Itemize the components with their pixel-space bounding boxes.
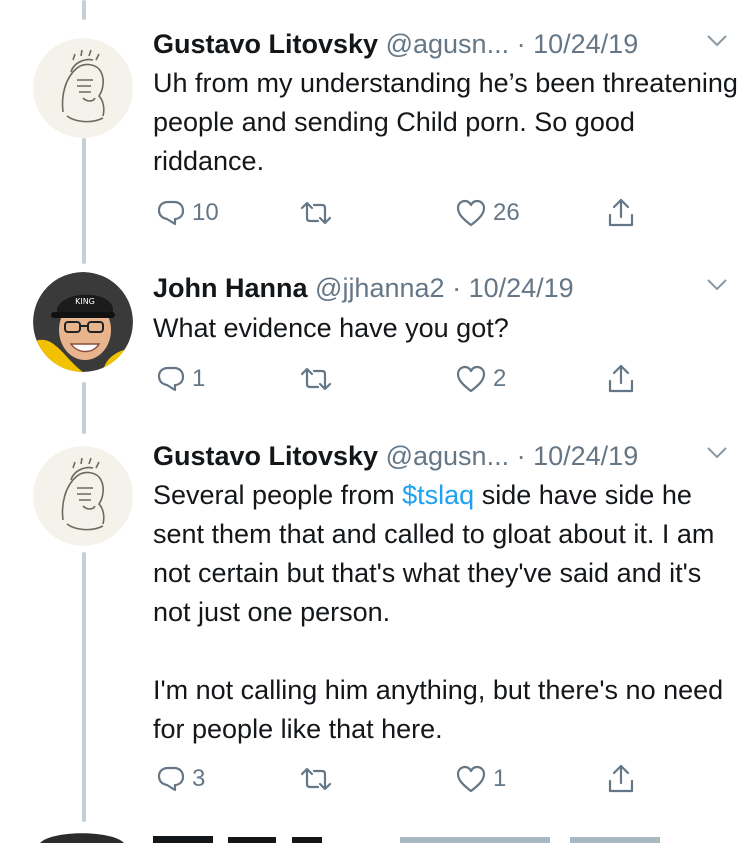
retweet-icon <box>300 201 332 225</box>
tweet-date[interactable]: 10/24/19 <box>533 441 638 471</box>
avatar-john[interactable]: KING <box>33 272 133 372</box>
reply-count: 3 <box>192 765 206 792</box>
avatar-gustavo[interactable] <box>33 446 133 546</box>
tweet-3[interactable]: Gustavo Litovsky @agusn... · 10/24/19 Se… <box>0 436 756 816</box>
text-fragment <box>153 836 213 843</box>
text-fragment <box>570 837 660 843</box>
tweet-date[interactable]: 10/24/19 <box>533 29 638 59</box>
tweet-2[interactable]: KING John Hanna @jjhanna2 · 10/24/19 Wha… <box>0 268 756 408</box>
tweet-paragraph: I'm not calling him anything, but there'… <box>153 675 724 744</box>
like-button[interactable]: 1 <box>455 762 506 796</box>
tweet-text: Several people from $tslaq side have sid… <box>153 476 743 749</box>
hat-logo: KING <box>75 297 95 306</box>
text-fragment <box>292 837 322 843</box>
tweet-header: Gustavo Litovsky @agusn... · 10/24/19 <box>153 24 736 64</box>
author-name[interactable]: Gustavo Litovsky <box>153 29 378 59</box>
text-segment: Several people from <box>153 480 403 510</box>
text-fragment <box>228 837 276 843</box>
tweet-1[interactable]: Gustavo Litovsky @agusn... · 10/24/19 Uh… <box>0 24 756 264</box>
reply-count: 1 <box>192 365 206 392</box>
tweet-actions: 10 26 <box>153 196 653 230</box>
thread-line-top <box>82 0 86 20</box>
tweet-paragraph: What evidence have you got? <box>153 313 509 343</box>
author-handle[interactable]: @jjhanna2 <box>315 273 445 303</box>
reply-icon <box>157 366 185 392</box>
separator-dot: · <box>452 273 462 303</box>
reply-icon <box>157 766 185 792</box>
tweet-header: John Hanna @jjhanna2 · 10/24/19 <box>153 268 736 308</box>
like-count: 1 <box>493 765 507 792</box>
reply-button[interactable]: 3 <box>156 762 205 796</box>
separator-dot: · <box>516 29 526 59</box>
author-name[interactable]: John Hanna <box>153 273 308 303</box>
retweet-button[interactable] <box>299 762 339 796</box>
tweet-actions: 3 1 <box>153 762 653 796</box>
avatar-gustavo[interactable] <box>33 38 133 138</box>
like-button[interactable]: 2 <box>455 362 506 396</box>
retweet-icon <box>300 367 332 391</box>
avatar-partial <box>40 833 124 843</box>
heart-icon <box>456 765 486 793</box>
chevron-down-icon[interactable] <box>706 34 728 48</box>
tweet-header: Gustavo Litovsky @agusn... · 10/24/19 <box>153 436 736 476</box>
like-count: 26 <box>493 199 520 226</box>
share-icon <box>608 198 634 227</box>
reply-button[interactable]: 10 <box>156 196 219 230</box>
tweet-actions: 1 2 <box>153 362 653 396</box>
chevron-down-icon[interactable] <box>706 278 728 292</box>
heart-icon <box>456 199 486 227</box>
cashtag-link[interactable]: $tslaq <box>402 480 474 510</box>
author-handle[interactable]: @agusn... <box>386 441 509 471</box>
author-handle[interactable]: @agusn... <box>386 29 509 59</box>
chevron-down-icon[interactable] <box>706 446 728 460</box>
separator-dot: · <box>516 441 526 471</box>
share-button[interactable] <box>606 362 636 396</box>
share-icon <box>608 364 634 393</box>
share-button[interactable] <box>606 762 636 796</box>
tweet-text: What evidence have you got? <box>153 309 743 348</box>
retweet-icon <box>300 767 332 791</box>
like-button[interactable]: 26 <box>455 196 520 230</box>
retweet-button[interactable] <box>299 196 339 230</box>
share-icon <box>608 764 634 793</box>
tweet-date[interactable]: 10/24/19 <box>469 273 574 303</box>
reply-button[interactable]: 1 <box>156 362 205 396</box>
reply-icon <box>157 200 185 226</box>
next-tweet-partial[interactable] <box>0 826 756 843</box>
retweet-button[interactable] <box>299 362 339 396</box>
author-name[interactable]: Gustavo Litovsky <box>153 441 378 471</box>
heart-icon <box>456 365 486 393</box>
tweet-text: Uh from my understanding he’s been threa… <box>153 64 743 181</box>
text-fragment <box>400 837 550 843</box>
tweet-paragraph: Several people from $tslaq side have sid… <box>153 476 743 632</box>
like-count: 2 <box>493 365 507 392</box>
share-button[interactable] <box>606 196 636 230</box>
reply-count: 10 <box>192 199 219 226</box>
tweet-paragraph: Uh from my understanding he’s been threa… <box>153 68 738 176</box>
